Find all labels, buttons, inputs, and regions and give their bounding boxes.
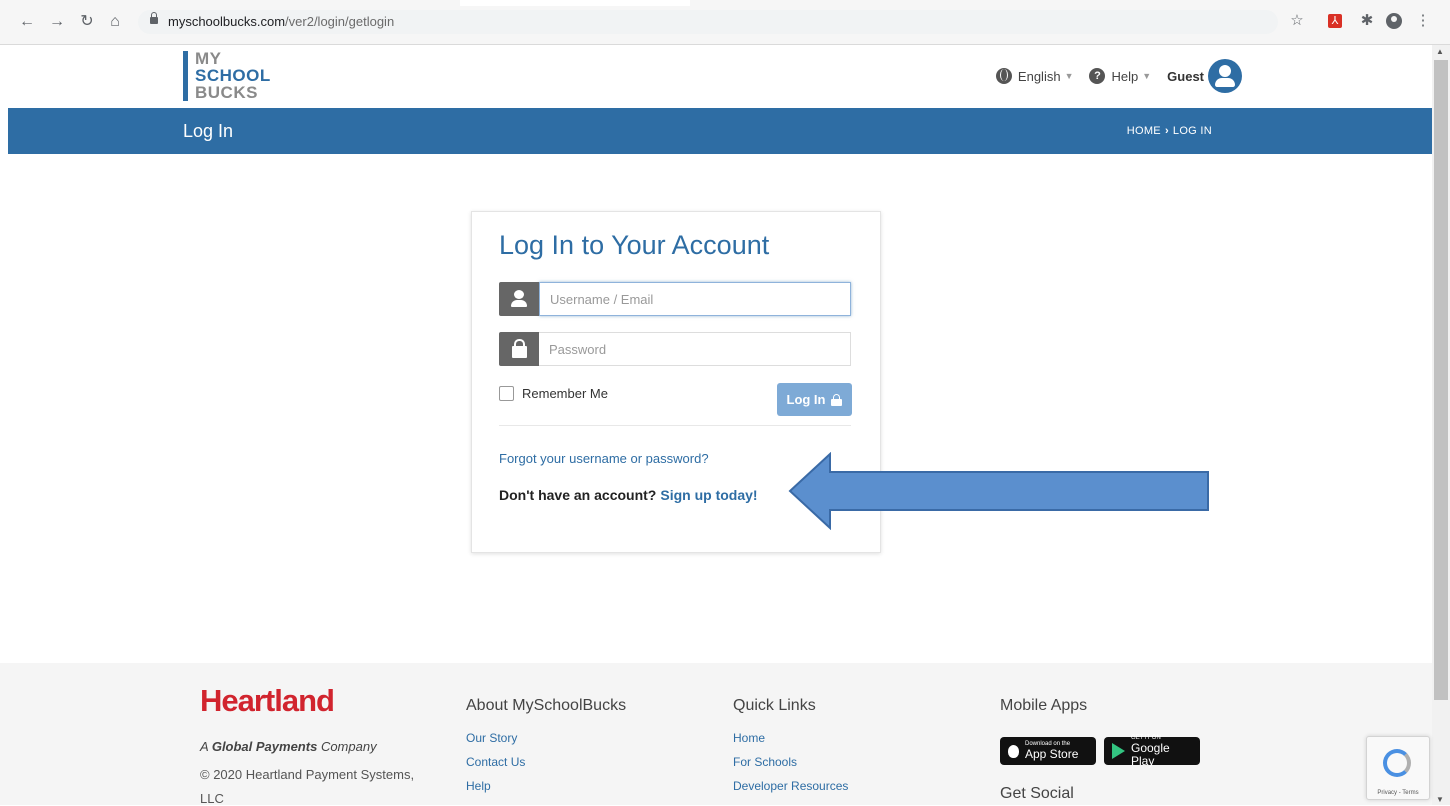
tagline-suffix: Company — [320, 739, 377, 754]
help-circle-icon: ? — [1089, 68, 1106, 84]
help-dropdown[interactable]: Help — [1111, 69, 1138, 84]
scroll-up-arrow-icon[interactable]: ▲ — [1436, 47, 1444, 56]
scrollbar-thumb[interactable] — [1434, 60, 1448, 700]
google-play-icon — [1112, 743, 1125, 759]
logo-line-school: SCHOOL — [195, 66, 271, 85]
footer-link-for-schools[interactable]: For Schools — [733, 755, 848, 769]
breadcrumb-current: LOG IN — [1172, 125, 1212, 137]
home-icon[interactable]: ⌂ — [106, 13, 124, 31]
signup-link[interactable]: Sign up today! — [660, 487, 757, 503]
divider — [499, 425, 851, 426]
heartland-logo[interactable]: Heartland — [200, 683, 335, 719]
copyright-line2: LLC — [200, 791, 224, 806]
logo-line-bucks: BUCKS — [195, 83, 258, 102]
no-account-text: Don't have an account? — [499, 487, 657, 503]
forward-arrow-icon[interactable]: → — [48, 13, 66, 31]
google-play-big-text: Google Play — [1131, 740, 1170, 768]
scroll-down-arrow-icon[interactable]: ▼ — [1436, 795, 1444, 804]
url-host: myschoolbucks.com — [168, 14, 286, 29]
language-dropdown[interactable]: English — [1018, 69, 1061, 84]
recaptcha-badge[interactable]: Privacy - Terms — [1366, 736, 1430, 800]
recaptcha-icon — [1383, 749, 1411, 777]
user-icon — [499, 282, 539, 316]
forgot-credentials-link[interactable]: Forgot your username or password? — [499, 451, 709, 466]
footer-about-heading: About MySchoolBucks — [466, 697, 627, 714]
footer-link-home[interactable]: Home — [733, 731, 848, 745]
tagline-prefix: A — [200, 739, 209, 754]
get-social-heading: Get Social — [1000, 785, 1074, 802]
address-bar[interactable]: myschoolbucks.com/ver2/login/getlogin — [138, 10, 1278, 34]
footer-quick-links-heading: Quick Links — [733, 697, 816, 714]
pdf-extension-icon[interactable]: ⅄ — [1328, 14, 1342, 28]
signup-row: Don't have an account? Sign up today! — [499, 487, 758, 503]
footer-link-our-story[interactable]: Our Story — [466, 731, 626, 745]
footer-tagline: A Global Payments Company — [200, 739, 377, 754]
menu-kebab-icon[interactable]: ⋮ — [1414, 12, 1432, 30]
password-field — [499, 332, 851, 366]
user-avatar-icon[interactable] — [1208, 59, 1242, 93]
globe-icon — [995, 68, 1012, 84]
footer-link-developer-resources[interactable]: Developer Resources — [733, 779, 848, 793]
logo-line-my: MY — [195, 49, 222, 68]
guest-label[interactable]: Guest — [1167, 69, 1204, 84]
remember-me[interactable]: Remember Me — [499, 386, 608, 401]
username-input[interactable] — [539, 282, 851, 316]
page-title-bar: Log In HOME › LOG IN — [8, 108, 1432, 154]
breadcrumb-home[interactable]: HOME — [1127, 125, 1161, 137]
remember-me-checkbox[interactable] — [499, 386, 514, 401]
app-store-big-text: App Store — [1025, 747, 1079, 761]
footer-link-contact-us[interactable]: Contact Us — [466, 755, 626, 769]
annotation-arrow — [788, 452, 1209, 530]
login-heading: Log In to Your Account — [499, 230, 770, 260]
footer-mobile-column: Mobile Apps — [1000, 697, 1087, 731]
recaptcha-terms[interactable]: Privacy - Terms — [1367, 790, 1429, 796]
google-play-badge[interactable]: GET IT ON Google Play — [1104, 735, 1200, 768]
site-footer: Heartland A Global Payments Company © 20… — [0, 663, 1432, 806]
url-text[interactable]: myschoolbucks.com/ver2/login/getlogin — [168, 14, 394, 29]
url-path: /ver2/login/getlogin — [285, 14, 395, 29]
back-arrow-icon[interactable]: ← — [18, 13, 36, 31]
footer-about-column: About MySchoolBucks Our Story Contact Us… — [466, 697, 626, 803]
chevron-down-icon: ▼ — [1064, 71, 1074, 81]
password-input[interactable] — [539, 332, 851, 366]
page-title: Log In — [183, 121, 234, 141]
apple-icon — [1008, 744, 1019, 758]
app-store-badge[interactable]: Download on the App Store — [1000, 737, 1096, 765]
login-button[interactable]: Log In — [777, 383, 852, 416]
tagline-bold: Global Payments — [211, 739, 318, 754]
active-tab-edge — [460, 0, 690, 6]
chevron-right-icon: › — [1164, 125, 1169, 137]
chevron-down-icon: ▼ — [1142, 71, 1152, 81]
remember-me-label: Remember Me — [522, 386, 608, 401]
footer-mobile-heading: Mobile Apps — [1000, 697, 1088, 714]
profile-icon[interactable] — [1386, 13, 1402, 29]
copyright: © 2020 Heartland Payment Systems, — [200, 767, 415, 782]
secure-lock-icon — [150, 12, 158, 24]
login-button-label: Log In — [786, 392, 826, 407]
lock-icon — [830, 393, 843, 406]
bookmark-star-icon[interactable]: ☆ — [1288, 12, 1306, 30]
username-field — [499, 282, 851, 316]
logo-bar — [183, 51, 188, 101]
header-menu: English ▼ ? Help ▼ Guest — [995, 59, 1242, 93]
extensions-puzzle-icon[interactable]: ✱ — [1358, 12, 1376, 30]
reload-icon[interactable]: ↻ — [78, 13, 96, 31]
lock-icon — [499, 332, 539, 366]
footer-link-help[interactable]: Help — [466, 779, 626, 793]
breadcrumb: HOME › LOG IN — [1127, 125, 1212, 137]
site-header: MY SCHOOL BUCKS English ▼ ? Help ▼ Guest — [0, 45, 1432, 108]
browser-toolbar: ← → ↻ ⌂ myschoolbucks.com/ver2/login/get… — [0, 0, 1450, 45]
footer-quick-links-column: Quick Links Home For Schools Developer R… — [733, 697, 848, 803]
